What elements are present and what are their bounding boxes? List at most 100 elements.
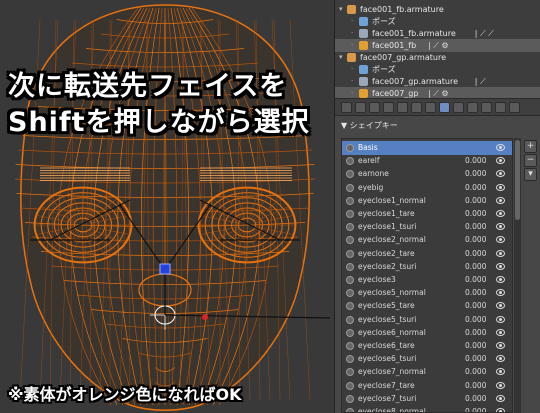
- eye-icon[interactable]: [496, 196, 505, 204]
- shape-key-value[interactable]: 0.000: [465, 154, 486, 168]
- remove-shape-key-button[interactable]: −: [524, 154, 537, 167]
- shape-key-row[interactable]: eyeclose8_normal 0.000: [342, 405, 512, 412]
- head-wireframe[interactable]: [0, 0, 334, 413]
- shape-key-value[interactable]: 0.000: [465, 352, 486, 366]
- eye-icon[interactable]: [496, 157, 505, 165]
- shape-key-value[interactable]: 0.000: [465, 260, 486, 274]
- shape-key-row[interactable]: eyeclose2_tsuri 0.000: [342, 260, 512, 274]
- shape-key-row[interactable]: earelf 0.000: [342, 154, 512, 168]
- shape-key-row[interactable]: eyeclose1_tare 0.000: [342, 207, 512, 221]
- eye-icon[interactable]: [496, 302, 505, 310]
- eye-icon[interactable]: [496, 170, 505, 178]
- shape-key-row[interactable]: Basis: [342, 141, 512, 155]
- modifiers-tab-icon[interactable]: [425, 102, 436, 113]
- eye-icon[interactable]: [496, 262, 505, 270]
- shape-key-value[interactable]: 0.000: [465, 326, 486, 340]
- shape-key-value[interactable]: 0.000: [465, 194, 486, 208]
- shape-key-row[interactable]: eyeclose3 0.000: [342, 273, 512, 287]
- armature-icon: [347, 5, 356, 14]
- eye-icon[interactable]: [496, 223, 505, 231]
- shape-key-row[interactable]: eyeclose6_normal 0.000: [342, 326, 512, 340]
- shape-key-row[interactable]: eyeclose1_normal 0.000: [342, 194, 512, 208]
- eye-icon[interactable]: [496, 368, 505, 376]
- shape-key-value[interactable]: 0.000: [465, 181, 486, 195]
- world-tab-icon[interactable]: [383, 102, 394, 113]
- shape-key-scrollbar[interactable]: [514, 138, 521, 413]
- shape-key-name: Basis: [358, 143, 378, 152]
- shape-key-value[interactable]: 0.000: [465, 339, 486, 353]
- shape-key-name: eyeclose1_tsuri: [358, 222, 417, 232]
- shape-key-icon: [346, 223, 354, 232]
- eye-icon[interactable]: [496, 328, 505, 336]
- shape-key-name: eyeclose7_tare: [358, 380, 415, 390]
- physics-tab-icon[interactable]: [495, 102, 506, 113]
- add-shape-key-button[interactable]: +: [524, 140, 537, 153]
- eye-icon[interactable]: [496, 381, 505, 389]
- constraints-tab-icon[interactable]: [411, 102, 422, 113]
- eye-icon[interactable]: [496, 342, 505, 349]
- shape-key-row[interactable]: eyeclose7_tsuri 0.000: [342, 392, 512, 406]
- shape-key-row[interactable]: earnone 0.000: [342, 167, 512, 181]
- shape-key-value[interactable]: 0.000: [465, 313, 486, 327]
- 3d-viewport[interactable]: 次に転送先フェイスを Shiftを押しながら選択 ※素体がオレンジ色になればOK: [0, 0, 334, 413]
- shape-key-row[interactable]: eyeclose6_tsuri 0.000: [342, 352, 512, 366]
- shape-key-value[interactable]: 0.000: [465, 405, 486, 412]
- texture-tab-icon[interactable]: [467, 102, 478, 113]
- shape-key-icon: [346, 183, 354, 192]
- scene-tab-icon[interactable]: [369, 102, 380, 113]
- shape-key-value[interactable]: 0.000: [465, 247, 486, 261]
- shape-key-value[interactable]: 0.000: [465, 273, 486, 287]
- eye-icon[interactable]: [496, 394, 505, 402]
- mesh-icon: [359, 41, 368, 50]
- eye-icon[interactable]: [496, 355, 505, 363]
- eye-icon[interactable]: [496, 408, 505, 412]
- object-tab-icon[interactable]: [397, 102, 408, 113]
- scrollbar-thumb[interactable]: [515, 140, 520, 220]
- eye-icon[interactable]: [496, 183, 505, 191]
- shape-key-list[interactable]: Basis earelf 0.000 earnone 0.000 eyebig 0.000 e…: [341, 138, 513, 413]
- particles-tab-icon[interactable]: [481, 102, 492, 113]
- shape-key-name: eyeclose6_tare: [358, 341, 415, 350]
- pose-icon: [359, 65, 368, 74]
- shape-key-row[interactable]: eyeclose2_normal 0.000: [342, 233, 512, 247]
- shape-key-value[interactable]: 0.000: [465, 167, 486, 181]
- pivot-point-icon: [202, 314, 208, 320]
- shape-key-row[interactable]: eyeclose6_tare 0.000: [342, 339, 512, 353]
- eye-icon[interactable]: [496, 276, 505, 283]
- shape-key-row[interactable]: eyeclose5_tare 0.000: [342, 299, 512, 313]
- render-tab-icon[interactable]: [341, 102, 352, 113]
- material-tab-icon[interactable]: [453, 102, 464, 113]
- shape-key-row[interactable]: eyeclose2_tare 0.000: [342, 247, 512, 261]
- bone-tab-icon[interactable]: [509, 102, 520, 113]
- shape-key-value[interactable]: 0.000: [465, 299, 486, 313]
- shape-key-value[interactable]: 0.000: [465, 365, 486, 379]
- eye-icon[interactable]: [496, 289, 505, 297]
- eye-icon[interactable]: [496, 315, 505, 323]
- shape-key-value[interactable]: 0.000: [465, 379, 486, 393]
- eye-icon[interactable]: [496, 236, 505, 244]
- shape-key-row[interactable]: eyeclose1_tsuri 0.000: [342, 220, 512, 234]
- shape-key-icon: [346, 394, 354, 403]
- shape-key-row[interactable]: eyeclose7_normal 0.000: [342, 365, 512, 379]
- data-tab-icon[interactable]: [439, 102, 450, 113]
- layers-tab-icon[interactable]: [355, 102, 366, 113]
- shape-key-menu-button[interactable]: ▾: [524, 168, 537, 181]
- shape-key-value[interactable]: 0.000: [465, 233, 486, 247]
- eye-icon[interactable]: [496, 249, 505, 257]
- properties-tab-bar: [335, 98, 540, 116]
- eye-icon[interactable]: [496, 144, 505, 151]
- object-origin-icon: [159, 263, 171, 275]
- eye-icon[interactable]: [496, 210, 505, 217]
- shape-key-name: eyeclose1_tare: [358, 209, 415, 218]
- shape-key-row[interactable]: eyeclose7_tare 0.000: [342, 379, 512, 393]
- shape-key-row[interactable]: eyebig 0.000: [342, 181, 512, 195]
- shape-key-value[interactable]: 0.000: [465, 392, 486, 406]
- shape-key-row[interactable]: eyeclose5_tsuri 0.000: [342, 313, 512, 327]
- shape-key-value[interactable]: 0.000: [465, 220, 486, 234]
- shape-key-name: eyeclose1_normal: [358, 195, 426, 205]
- shape-key-value[interactable]: 0.000: [465, 286, 486, 300]
- outliner[interactable]: ▾ face001_fb.armature · ポーズ · face001_fb.arma…: [335, 0, 540, 100]
- shape-key-row[interactable]: eyeclose5_normal 0.000: [342, 286, 512, 300]
- shape-key-value[interactable]: 0.000: [465, 207, 486, 221]
- shape-keys-header[interactable]: ▼ シェイプキー: [341, 120, 398, 131]
